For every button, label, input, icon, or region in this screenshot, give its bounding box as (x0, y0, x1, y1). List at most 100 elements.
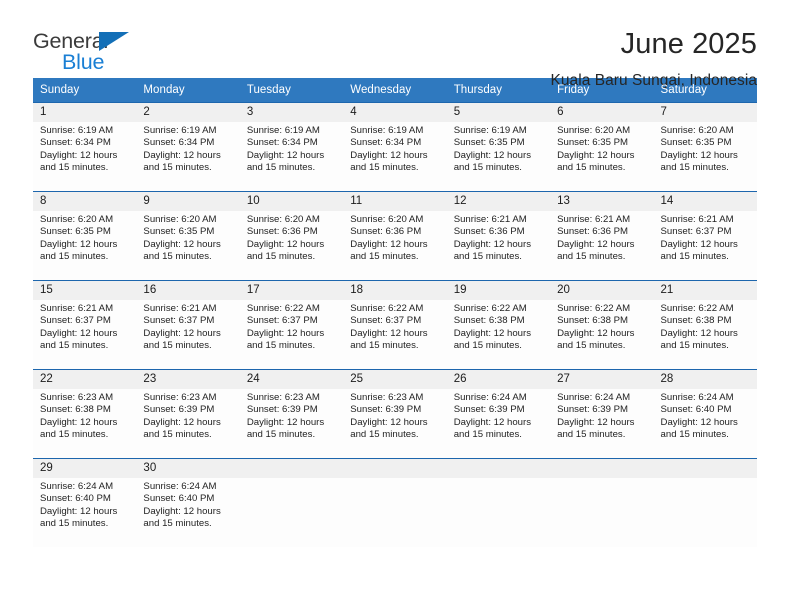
day-cell[interactable]: Sunrise: 6:24 AM Sunset: 6:39 PM Dayligh… (447, 389, 550, 458)
day-cell[interactable]: Sunrise: 6:21 AM Sunset: 6:36 PM Dayligh… (550, 211, 653, 280)
sunset-text: Sunset: 6:37 PM (350, 315, 422, 327)
day-cell[interactable]: Sunrise: 6:22 AM Sunset: 6:37 PM Dayligh… (240, 300, 343, 369)
day-cell[interactable]: Sunrise: 6:23 AM Sunset: 6:39 PM Dayligh… (343, 389, 446, 458)
day-number[interactable]: 30 (136, 459, 239, 478)
sunrise-text: Sunrise: 6:19 AM (143, 125, 217, 136)
sunrise-text: Sunrise: 6:22 AM (246, 303, 320, 314)
day-number[interactable]: 7 (654, 103, 757, 122)
daylight-text: Daylight: 12 hours and 15 minutes. (557, 327, 635, 351)
day-number[interactable]: 6 (550, 103, 653, 122)
day-number[interactable]: 24 (240, 370, 343, 389)
daylight-text: Daylight: 12 hours and 15 minutes. (143, 149, 221, 173)
day-cell[interactable]: Sunrise: 6:20 AM Sunset: 6:35 PM Dayligh… (33, 211, 136, 280)
sunset-text: Sunset: 6:38 PM (557, 315, 629, 327)
day-cell[interactable]: Sunrise: 6:21 AM Sunset: 6:37 PM Dayligh… (654, 211, 757, 280)
day-number[interactable]: 12 (447, 192, 550, 211)
day-cell[interactable]: Sunrise: 6:22 AM Sunset: 6:38 PM Dayligh… (550, 300, 653, 369)
sunset-text: Sunset: 6:35 PM (40, 226, 111, 238)
day-cell-empty (343, 478, 446, 547)
day-number[interactable]: 23 (136, 370, 239, 389)
day-number[interactable]: 15 (33, 281, 136, 300)
sunrise-text: Sunrise: 6:23 AM (246, 392, 320, 403)
week-daynumber-band: 1 2 3 4 5 6 7 (33, 103, 757, 122)
sunset-text: Sunset: 6:38 PM (660, 315, 732, 327)
day-number[interactable]: 9 (136, 192, 239, 211)
day-cell[interactable]: Sunrise: 6:19 AM Sunset: 6:34 PM Dayligh… (343, 122, 446, 191)
day-number[interactable]: 19 (447, 281, 550, 300)
day-cell[interactable]: Sunrise: 6:20 AM Sunset: 6:35 PM Dayligh… (136, 211, 239, 280)
day-cell[interactable]: Sunrise: 6:21 AM Sunset: 6:36 PM Dayligh… (447, 211, 550, 280)
day-number[interactable]: 26 (447, 370, 550, 389)
day-cell[interactable]: Sunrise: 6:24 AM Sunset: 6:40 PM Dayligh… (136, 478, 239, 547)
day-cell[interactable]: Sunrise: 6:23 AM Sunset: 6:39 PM Dayligh… (240, 389, 343, 458)
day-number[interactable]: 29 (33, 459, 136, 478)
day-number[interactable]: 22 (33, 370, 136, 389)
daylight-text: Daylight: 12 hours and 15 minutes. (453, 149, 532, 173)
day-number[interactable]: 28 (654, 370, 757, 389)
day-cell[interactable]: Sunrise: 6:20 AM Sunset: 6:36 PM Dayligh… (240, 211, 343, 280)
sunrise-text: Sunrise: 6:24 AM (453, 392, 527, 403)
logo-text-blue: Blue (62, 50, 105, 74)
day-cell[interactable]: Sunrise: 6:21 AM Sunset: 6:37 PM Dayligh… (33, 300, 136, 369)
day-number[interactable]: 27 (550, 370, 653, 389)
daylight-text: Daylight: 12 hours and 15 minutes. (246, 149, 325, 173)
day-cell[interactable]: Sunrise: 6:24 AM Sunset: 6:39 PM Dayligh… (550, 389, 653, 458)
day-number[interactable]: 11 (343, 192, 446, 211)
sunset-text: Sunset: 6:36 PM (453, 226, 525, 238)
day-cell[interactable]: Sunrise: 6:22 AM Sunset: 6:38 PM Dayligh… (654, 300, 757, 369)
day-number[interactable]: 1 (33, 103, 136, 122)
logo-triangle-icon (99, 32, 129, 51)
day-number[interactable]: 25 (343, 370, 446, 389)
daylight-text: Daylight: 12 hours and 15 minutes. (40, 416, 118, 440)
daylight-text: Daylight: 12 hours and 15 minutes. (143, 238, 221, 262)
day-cell-empty (240, 478, 343, 547)
sunrise-text: Sunrise: 6:19 AM (453, 125, 527, 136)
general-blue-logo[interactable]: General Blue (33, 27, 183, 73)
day-number[interactable]: 4 (343, 103, 446, 122)
calendar-grid: Sunday Monday Tuesday Wednesday Thursday… (33, 78, 757, 547)
day-number[interactable]: 3 (240, 103, 343, 122)
day-cell[interactable]: Sunrise: 6:23 AM Sunset: 6:39 PM Dayligh… (136, 389, 239, 458)
sunrise-text: Sunrise: 6:20 AM (350, 214, 424, 225)
day-number[interactable]: 21 (654, 281, 757, 300)
day-cell[interactable]: Sunrise: 6:19 AM Sunset: 6:34 PM Dayligh… (240, 122, 343, 191)
sunset-text: Sunset: 6:38 PM (40, 404, 111, 416)
daylight-text: Daylight: 12 hours and 15 minutes. (350, 238, 428, 262)
daylight-text: Daylight: 12 hours and 15 minutes. (660, 416, 738, 440)
day-cell[interactable]: Sunrise: 6:20 AM Sunset: 6:35 PM Dayligh… (550, 122, 653, 191)
sunset-text: Sunset: 6:39 PM (557, 404, 629, 416)
page-title: June 2025 (620, 28, 757, 60)
day-number[interactable]: 10 (240, 192, 343, 211)
day-number[interactable]: 13 (550, 192, 653, 211)
day-cell[interactable]: Sunrise: 6:23 AM Sunset: 6:38 PM Dayligh… (33, 389, 136, 458)
day-cell[interactable]: Sunrise: 6:24 AM Sunset: 6:40 PM Dayligh… (654, 389, 757, 458)
day-cell[interactable]: Sunrise: 6:22 AM Sunset: 6:38 PM Dayligh… (447, 300, 550, 369)
day-cell[interactable]: Sunrise: 6:20 AM Sunset: 6:36 PM Dayligh… (343, 211, 446, 280)
day-number[interactable]: 14 (654, 192, 757, 211)
day-cell[interactable]: Sunrise: 6:22 AM Sunset: 6:37 PM Dayligh… (343, 300, 446, 369)
day-cell[interactable]: Sunrise: 6:19 AM Sunset: 6:35 PM Dayligh… (447, 122, 550, 191)
sunrise-text: Sunrise: 6:24 AM (40, 481, 114, 492)
calendar-week-row: 22 23 24 25 26 27 28 Sunrise: 6:23 AM Su… (33, 369, 757, 458)
day-cell[interactable]: Sunrise: 6:19 AM Sunset: 6:34 PM Dayligh… (33, 122, 136, 191)
day-number[interactable]: 18 (343, 281, 446, 300)
day-cell[interactable]: Sunrise: 6:24 AM Sunset: 6:40 PM Dayligh… (33, 478, 136, 547)
day-number[interactable]: 17 (240, 281, 343, 300)
day-cell[interactable]: Sunrise: 6:20 AM Sunset: 6:35 PM Dayligh… (654, 122, 757, 191)
day-cell[interactable]: Sunrise: 6:21 AM Sunset: 6:37 PM Dayligh… (136, 300, 239, 369)
day-number[interactable]: 20 (550, 281, 653, 300)
day-cell[interactable]: Sunrise: 6:19 AM Sunset: 6:34 PM Dayligh… (136, 122, 239, 191)
sunset-text: Sunset: 6:36 PM (557, 226, 629, 238)
day-number[interactable]: 8 (33, 192, 136, 211)
weekday-header-friday: Friday (557, 84, 590, 96)
sunset-text: Sunset: 6:36 PM (246, 226, 318, 238)
sunrise-text: Sunrise: 6:22 AM (557, 303, 631, 314)
calendar-week-row: 8 9 10 11 12 13 14 Sunrise: 6:20 AM Suns… (33, 191, 757, 280)
day-number[interactable]: 16 (136, 281, 239, 300)
calendar-page: General Blue June 2025 Kuala Baru Sungai… (0, 0, 792, 612)
day-number[interactable]: 2 (136, 103, 239, 122)
day-number-empty (240, 459, 343, 478)
day-number[interactable]: 5 (447, 103, 550, 122)
sunrise-text: Sunrise: 6:23 AM (40, 392, 114, 403)
sunrise-text: Sunrise: 6:22 AM (350, 303, 424, 314)
